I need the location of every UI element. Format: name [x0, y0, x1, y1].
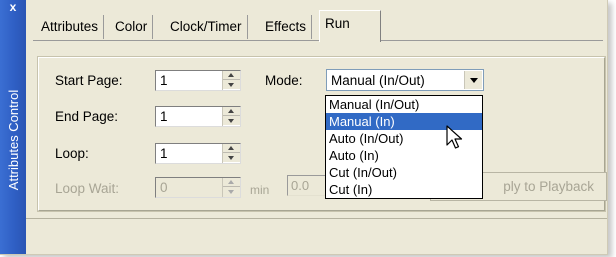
loop-increment-button[interactable]	[223, 144, 240, 153]
end-page-decrement-button[interactable]	[223, 116, 240, 125]
loop-wait-value: 0	[160, 180, 168, 195]
mode-option[interactable]: Cut (In/Out)	[326, 164, 482, 181]
tab-color[interactable]: Color	[110, 15, 154, 39]
tab-run[interactable]: Run	[319, 10, 381, 42]
loop-wait-stepper: 0	[155, 177, 241, 198]
divider	[26, 218, 607, 219]
loop-stepper[interactable]: 1	[155, 143, 241, 164]
loop-value: 1	[160, 146, 168, 161]
end-page-spin-buttons	[222, 107, 240, 126]
sidebar: x Attributes Control	[0, 0, 26, 254]
loop-wait-seconds-field: 0.0	[287, 175, 327, 196]
start-page-spin-buttons	[222, 71, 240, 90]
loop-wait-unit-label: min	[250, 183, 270, 197]
loop-wait-seconds-value: 0.0	[291, 178, 310, 193]
mode-selected-value: Manual (In/Out)	[331, 73, 425, 88]
start-page-label: Start Page:	[55, 73, 123, 88]
end-page-label: End Page:	[55, 109, 119, 124]
start-page-stepper[interactable]: 1	[155, 70, 241, 91]
loop-decrement-button[interactable]	[223, 153, 240, 162]
start-page-decrement-button[interactable]	[223, 80, 240, 89]
loop-wait-decrement-button	[223, 187, 240, 196]
tab-effects[interactable]: Effects	[260, 15, 313, 39]
tab-clock-timer[interactable]: Clock/Timer	[165, 15, 248, 39]
loop-wait-increment-button	[223, 178, 240, 187]
mode-option[interactable]: Manual (In/Out)	[326, 96, 482, 113]
loop-wait-spin-buttons	[222, 178, 240, 197]
chevron-down-icon[interactable]	[464, 71, 482, 89]
end-page-stepper[interactable]: 1	[155, 106, 241, 127]
end-page-increment-button[interactable]	[223, 107, 240, 116]
tab-strip-border	[33, 40, 603, 41]
close-icon[interactable]: x	[6, 0, 20, 14]
loop-spin-buttons	[222, 144, 240, 163]
mode-label: Mode:	[265, 73, 303, 88]
start-page-value: 1	[160, 73, 168, 88]
loop-wait-label: Loop Wait:	[55, 181, 120, 196]
mode-select[interactable]: Manual (In/Out)	[326, 69, 484, 91]
sidebar-title: Attributes Control	[6, 89, 21, 191]
loop-label: Loop:	[55, 146, 89, 161]
arrow-pointer-icon	[446, 125, 463, 149]
attributes-control-window: x Attributes Control Attributes Color Cl…	[0, 0, 608, 255]
end-page-value: 1	[160, 109, 168, 124]
start-page-increment-button[interactable]	[223, 71, 240, 80]
mode-option[interactable]: Cut (In)	[326, 181, 482, 198]
tab-attributes[interactable]: Attributes	[36, 15, 105, 39]
